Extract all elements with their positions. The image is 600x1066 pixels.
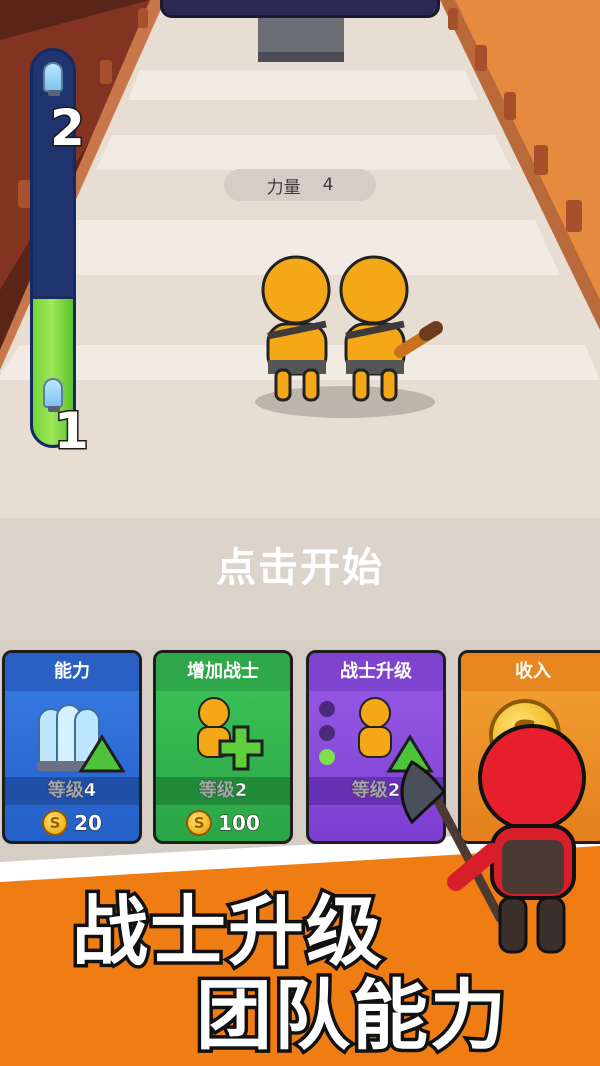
glass-dome-icon	[43, 62, 63, 96]
coin-icon: S	[42, 810, 69, 836]
power-indicator: 力量 4	[224, 169, 376, 201]
power-value: 4	[322, 175, 334, 195]
red-warrior	[400, 724, 586, 954]
coin-icon: S	[186, 810, 213, 836]
upgrade-card-ability[interactable]: 能力 等级4 S 20	[2, 650, 142, 844]
upgrade-card-add-warrior[interactable]: 增加战士 等级2 S 100	[153, 650, 293, 844]
warrior-icon	[197, 697, 264, 771]
upgrade-cost: S 100	[156, 809, 290, 837]
card-title: 收入	[461, 653, 600, 691]
promo-line-2: 团队能力	[193, 971, 510, 1060]
glass-dome-icon	[37, 704, 125, 773]
card-level: 等级4	[5, 777, 139, 805]
warrior-icon	[339, 255, 443, 402]
card-title: 战士升级	[309, 653, 443, 691]
card-title: 能力	[5, 653, 139, 691]
next-level-number: 2	[49, 99, 87, 157]
upgrade-cost: S 20	[5, 809, 139, 837]
warrior-squad	[255, 255, 443, 418]
promo-line-1: 战士升级	[69, 887, 386, 976]
card-title: 增加战士	[156, 653, 290, 691]
progress-separator	[33, 296, 73, 300]
top-panel	[160, 0, 440, 18]
warrior-icon	[261, 255, 331, 402]
current-level-number: 1	[53, 402, 91, 460]
power-label: 力量	[266, 177, 301, 198]
card-level: 等级2	[156, 777, 290, 805]
tap-to-start-prompt[interactable]: 点击开始	[0, 535, 600, 593]
